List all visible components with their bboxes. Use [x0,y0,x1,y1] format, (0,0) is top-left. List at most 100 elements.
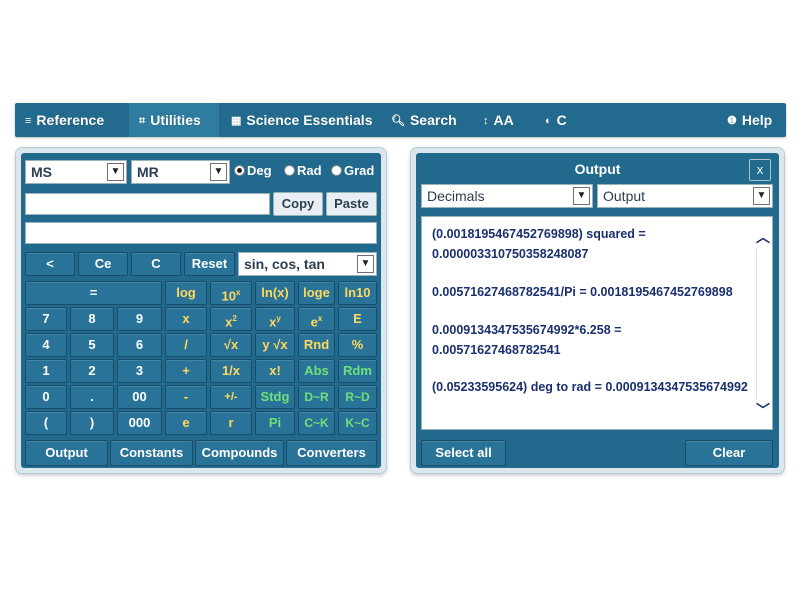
chevron-down-icon: ▼ [210,163,227,181]
nav-contrast[interactable]: ◐ C [545,103,567,137]
digit-9-button[interactable]: 9 [117,307,162,331]
scroll-up-icon[interactable]: ︿ [756,227,770,247]
nth-root-button[interactable]: y √x [255,333,295,357]
sqrt-button[interactable]: √x [210,333,252,357]
round-button[interactable]: Rnd [298,333,335,357]
add-button[interactable]: + [165,359,207,383]
c-to-k-button[interactable]: C~K [298,411,335,435]
power-button[interactable]: xy [255,307,295,331]
output-entry: 0.00571627468782541/Pi = 0.0018195467452… [432,285,733,299]
info-icon: ❶ [727,115,737,127]
select-all-button[interactable]: Select all [421,440,506,466]
percent-button[interactable]: % [338,333,377,357]
digit-8-button[interactable]: 8 [70,307,114,331]
tab-compounds[interactable]: Compounds [195,440,284,466]
random-button[interactable]: Rdm [338,359,377,383]
tab-converters[interactable]: Converters [286,440,377,466]
exp-button[interactable]: ex [298,307,335,331]
sci-notation-button[interactable]: E [338,307,377,331]
function-set-select[interactable]: sin, cos, tan ▼ [238,252,377,276]
memory-store-select[interactable]: MS ▼ [25,160,127,184]
nav-reference[interactable]: ≡ Reference [25,103,104,137]
digit-2-button[interactable]: 2 [70,359,114,383]
output-log[interactable]: (0.0018195467452769898) squared = 0.0000… [421,216,773,430]
nav-utilities-label: Utilities [150,112,201,128]
tab-output[interactable]: Output [25,440,108,466]
close-icon[interactable]: x [749,159,771,181]
factorial-button[interactable]: x! [255,359,295,383]
euler-button[interactable]: e [165,411,207,435]
nav-help[interactable]: ❶ Help [727,103,772,137]
divide-button[interactable]: / [165,333,207,357]
right-paren-button[interactable]: ) [70,411,114,435]
paste-button[interactable]: Paste [326,192,377,216]
digit-0-button[interactable]: 0 [25,385,67,409]
nav-text-size-label: AA [493,112,514,128]
subtract-button[interactable]: - [165,385,207,409]
radio-deg-label: Deg [247,163,272,178]
number-format-select[interactable]: Decimals ▼ [421,184,593,208]
ln-button[interactable]: ln(x) [255,281,295,305]
plus-minus-button[interactable]: +/- [210,385,252,409]
digit-6-button[interactable]: 6 [117,333,162,357]
square-sup: 2 [232,314,237,323]
equals-button[interactable]: = [25,281,162,305]
nav-search[interactable]: 🔍︎ Search [391,103,457,137]
ln10-button[interactable]: ln10 [338,281,377,305]
reset-button[interactable]: Reset [184,252,235,276]
rad-to-deg-button[interactable]: R~D [338,385,377,409]
digit-1-button[interactable]: 1 [25,359,67,383]
clear-output-button[interactable]: Clear [685,440,773,466]
ten-power-button[interactable]: 10x [210,281,252,305]
k-to-c-button[interactable]: K~C [338,411,377,435]
radio-unselected-icon [284,165,295,176]
multiply-button[interactable]: x [165,307,207,331]
output-entry: (0.0018195467452769898) squared = 0.0000… [432,227,646,261]
expression-input[interactable] [25,193,270,215]
left-paren-button[interactable]: ( [25,411,67,435]
output-target-value: Output [603,188,646,204]
nav-text-size[interactable]: ↕ AA [483,103,514,137]
output-target-select[interactable]: Output ▼ [597,184,773,208]
double-zero-button[interactable]: 00 [117,385,162,409]
power-sup: y [276,314,281,323]
digit-5-button[interactable]: 5 [70,333,114,357]
backspace-button[interactable]: < [25,252,75,276]
output-title: Output [574,161,621,177]
radio-rad[interactable]: Rad [284,160,322,182]
nav-search-label: Search [409,112,457,128]
square-button[interactable]: x2 [210,307,252,331]
triple-zero-button[interactable]: 000 [117,411,162,435]
loge-button[interactable]: loge [298,281,335,305]
scroll-down-icon[interactable]: ﹀ [756,400,770,420]
digit-3-button[interactable]: 3 [117,359,162,383]
top-navigation-bar: ≡ Reference ⌗ Utilities ▦ Science Essential… [15,103,786,137]
nav-reference-label: Reference [36,112,105,128]
output-scrollbar[interactable] [756,249,771,399]
r-button[interactable]: r [210,411,252,435]
radio-grad[interactable]: Grad [331,160,374,182]
nav-science-essentials-label: Science Essentials [246,112,373,128]
ten-power-sup: x [236,288,241,297]
log-button[interactable]: log [165,281,207,305]
nav-help-label: Help [741,112,773,128]
copy-button[interactable]: Copy [273,192,323,216]
nav-utilities[interactable]: ⌗ Utilities [129,103,219,137]
reciprocal-button[interactable]: 1/x [210,359,252,383]
stdg-button[interactable]: Stdg [255,385,295,409]
chevron-down-icon: ▼ [357,255,374,273]
output-entry: (0.05233595624) deg to rad = 0.000913434… [432,380,748,394]
pi-button[interactable]: Pi [255,411,295,435]
nav-science-essentials[interactable]: ▦ Science Essentials [231,103,372,137]
digit-7-button[interactable]: 7 [25,307,67,331]
clear-button[interactable]: C [131,252,181,276]
digit-4-button[interactable]: 4 [25,333,67,357]
decimal-point-button[interactable]: . [70,385,114,409]
radio-deg[interactable]: Deg [234,160,272,182]
tab-constants[interactable]: Constants [110,440,193,466]
memory-recall-select[interactable]: MR ▼ [131,160,230,184]
clear-entry-button[interactable]: Ce [78,252,128,276]
deg-to-rad-button[interactable]: D~R [298,385,335,409]
radio-rad-label: Rad [297,163,322,178]
abs-button[interactable]: Abs [298,359,335,383]
